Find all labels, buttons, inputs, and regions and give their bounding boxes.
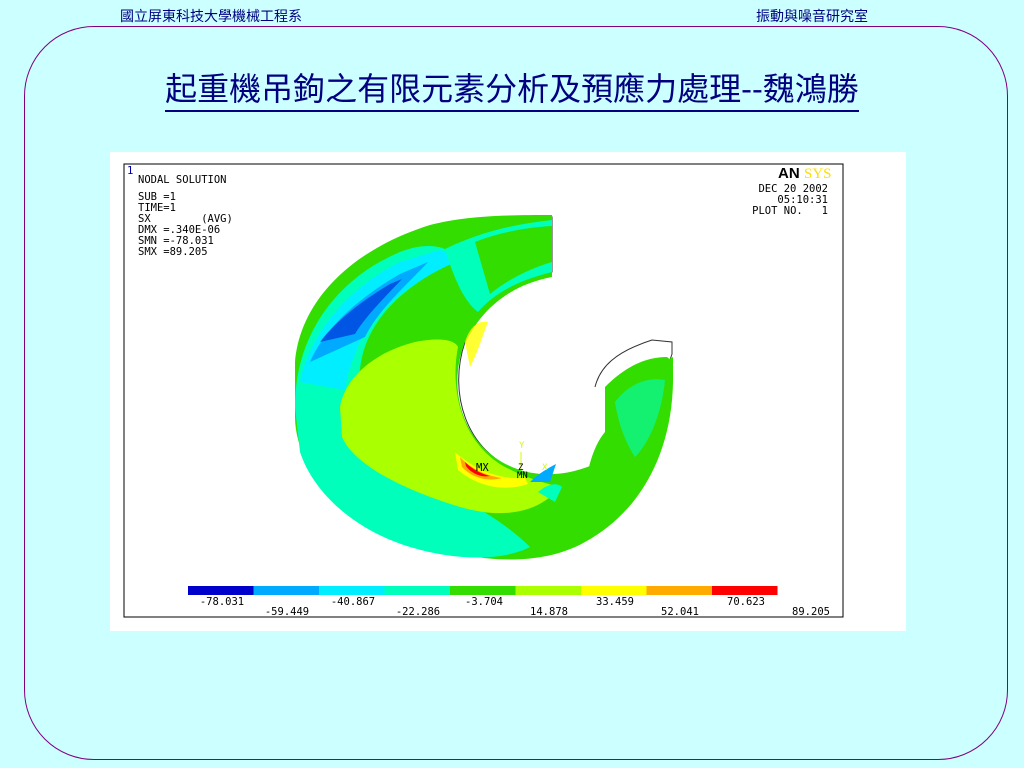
slide-title: 起重機吊鉤之有限元素分析及預應力處理--魏鴻勝 — [0, 64, 1024, 112]
slide-title-text: 起重機吊鉤之有限元素分析及預應力處理--魏鴻勝 — [165, 70, 859, 112]
ansys-logo-left: AN — [778, 165, 800, 182]
ansys-plot-svg: 1 NODAL SOLUTION SUB =1 TIME=1 SX (AVG) … — [123, 163, 844, 618]
ansys-plot: 1 NODAL SOLUTION SUB =1 TIME=1 SX (AVG) … — [110, 152, 906, 631]
legend-label-bottom-3: 52.041 — [661, 606, 699, 618]
legend-label-top-1: -40.867 — [331, 596, 375, 608]
ansys-logo-right: SYS — [804, 166, 832, 182]
header-left-text: 國立屏東科技大學機械工程系 — [120, 9, 302, 25]
legend-label-bottom-2: 14.878 — [530, 606, 568, 618]
legend-label-top-2: -3.704 — [465, 596, 503, 608]
marker-x: X — [542, 463, 548, 473]
legend-swatch-6 — [581, 586, 647, 595]
info-line-6: SMX =89.205 — [138, 246, 208, 258]
legend-label-top-4: 70.623 — [727, 596, 765, 608]
legend-swatch-7 — [646, 586, 712, 595]
legend-label-bottom-4: 89.205 — [792, 606, 830, 618]
header-right-text: 振動與噪音研究室 — [756, 9, 868, 25]
legend-swatch-0 — [188, 586, 254, 595]
legend-swatch-1 — [253, 586, 319, 595]
marker-y: Y — [519, 441, 525, 451]
plot-number: PLOT NO. 1 — [752, 205, 828, 217]
legend-label-top-0: -78.031 — [200, 596, 244, 608]
legend-swatch-2 — [319, 586, 385, 595]
legend-label-top-3: 33.459 — [596, 596, 634, 608]
marker-mx: MX — [476, 462, 489, 474]
legend-swatch-3 — [384, 586, 450, 595]
plot-corner-number: 1 — [127, 165, 133, 177]
color-legend — [188, 586, 778, 595]
legend-label-bottom-0: -59.449 — [265, 606, 309, 618]
marker-z: Z — [518, 463, 524, 473]
legend-swatch-4 — [450, 586, 516, 595]
legend-label-bottom-1: -22.286 — [396, 606, 440, 618]
hook-contour — [295, 215, 674, 560]
legend-swatch-5 — [515, 586, 581, 595]
legend-swatch-8 — [712, 586, 778, 595]
info-line-0: NODAL SOLUTION — [138, 174, 227, 186]
